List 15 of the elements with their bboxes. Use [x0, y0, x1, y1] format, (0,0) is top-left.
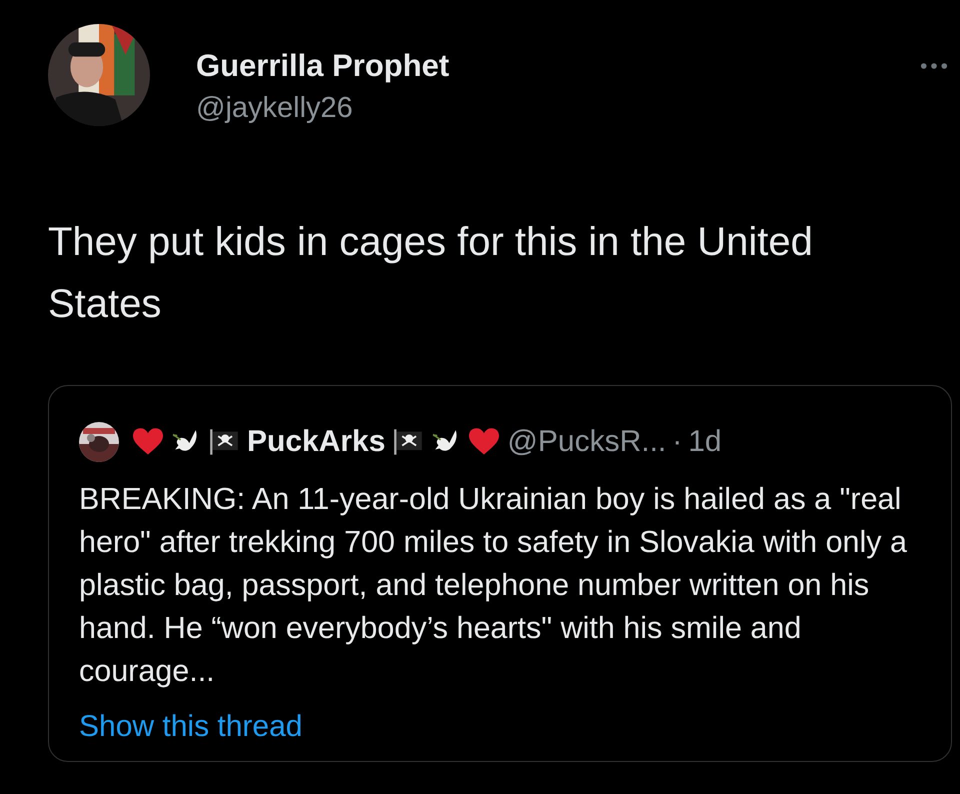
quoted-tweet-text: BREAKING: An 11-year-old Ukrainian boy is hailed as a "real hero" after trekking 700 miles to safety in Slovakia with only a plastic bag, passport, and telephone number written on his hand. He “won everybody’s hearts" with his smile and courage...	[79, 481, 908, 690]
heart-icon	[133, 428, 163, 456]
timestamp[interactable]: 1d	[688, 422, 722, 462]
heart-icon	[469, 428, 500, 456]
tweet-text: They put kids in cages for this in the United States	[48, 219, 814, 328]
pirate-flag-icon	[209, 428, 239, 456]
display-name[interactable]: PuckArks	[247, 422, 386, 462]
quoted-tweet-card[interactable]	[48, 385, 952, 762]
separator-dot: ·	[672, 424, 682, 460]
pirate-flag-icon	[393, 428, 424, 456]
user-handle[interactable]: @jaykelly26	[196, 89, 450, 127]
show-thread-link[interactable]: Show this thread	[79, 707, 302, 747]
display-name[interactable]: Guerrilla Prophet	[196, 47, 450, 85]
more-icon[interactable]	[920, 62, 948, 70]
user-handle[interactable]: @PucksR...	[507, 422, 666, 462]
